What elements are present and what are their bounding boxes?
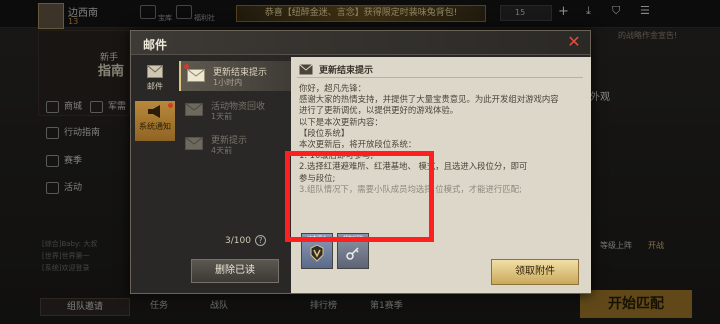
envelope-icon xyxy=(185,137,203,150)
dialog-header: 邮件 ✕ xyxy=(131,31,590,55)
mail-icon xyxy=(147,65,163,78)
rank-badge-icon xyxy=(310,244,324,262)
body-line: 以下是本次更新内容： xyxy=(299,116,383,127)
megaphone-icon xyxy=(148,105,160,118)
content-header: 更新结束提示 xyxy=(297,62,583,78)
mail-item[interactable]: 更新结束提示 1小时内 xyxy=(179,61,291,91)
help-icon[interactable]: ? xyxy=(255,235,266,246)
category-system-notice[interactable]: 系统通知 xyxy=(135,101,175,141)
highlight-box xyxy=(285,151,434,242)
claim-attachment-button[interactable]: 领取附件 xyxy=(491,259,579,285)
body-line: 【段位系统】 xyxy=(299,127,350,138)
mail-categories: 邮件 系统通知 xyxy=(135,59,175,291)
body-line: 进行了更新调优，以提供更好的游戏体验。 xyxy=(299,105,459,116)
body-line: 你好，超凡先锋： xyxy=(299,83,366,93)
mail-time: 4天前 xyxy=(211,146,233,155)
close-button[interactable]: ✕ xyxy=(566,34,582,51)
envelope-icon xyxy=(187,69,205,82)
mail-time: 1小时内 xyxy=(213,78,243,87)
category-mail[interactable]: 邮件 xyxy=(135,61,175,95)
mail-list: 更新结束提示 1小时内 活动物资回收 1天前 更新提示 4天前 xyxy=(179,59,291,251)
mail-item[interactable]: 更新提示 4天前 xyxy=(179,129,291,159)
mail-time: 1天前 xyxy=(211,112,233,121)
envelope-icon xyxy=(299,64,313,75)
envelope-icon xyxy=(185,103,203,116)
key-icon xyxy=(346,247,359,260)
mail-count: 3/100 xyxy=(225,236,251,246)
content-title: 更新结束提示 xyxy=(319,66,374,76)
dialog-title: 邮件 xyxy=(143,38,168,52)
unread-dot xyxy=(168,103,173,108)
delete-read-button[interactable]: 删除已读 xyxy=(191,259,279,283)
mail-item[interactable]: 活动物资回收 1天前 xyxy=(179,95,291,125)
body-line: 本次更新后，将开放段位系统： xyxy=(299,139,417,150)
body-line: 感谢大家的热情支持，并提供了大量宝贵意见。为此开发组对游戏内容 xyxy=(299,94,559,105)
